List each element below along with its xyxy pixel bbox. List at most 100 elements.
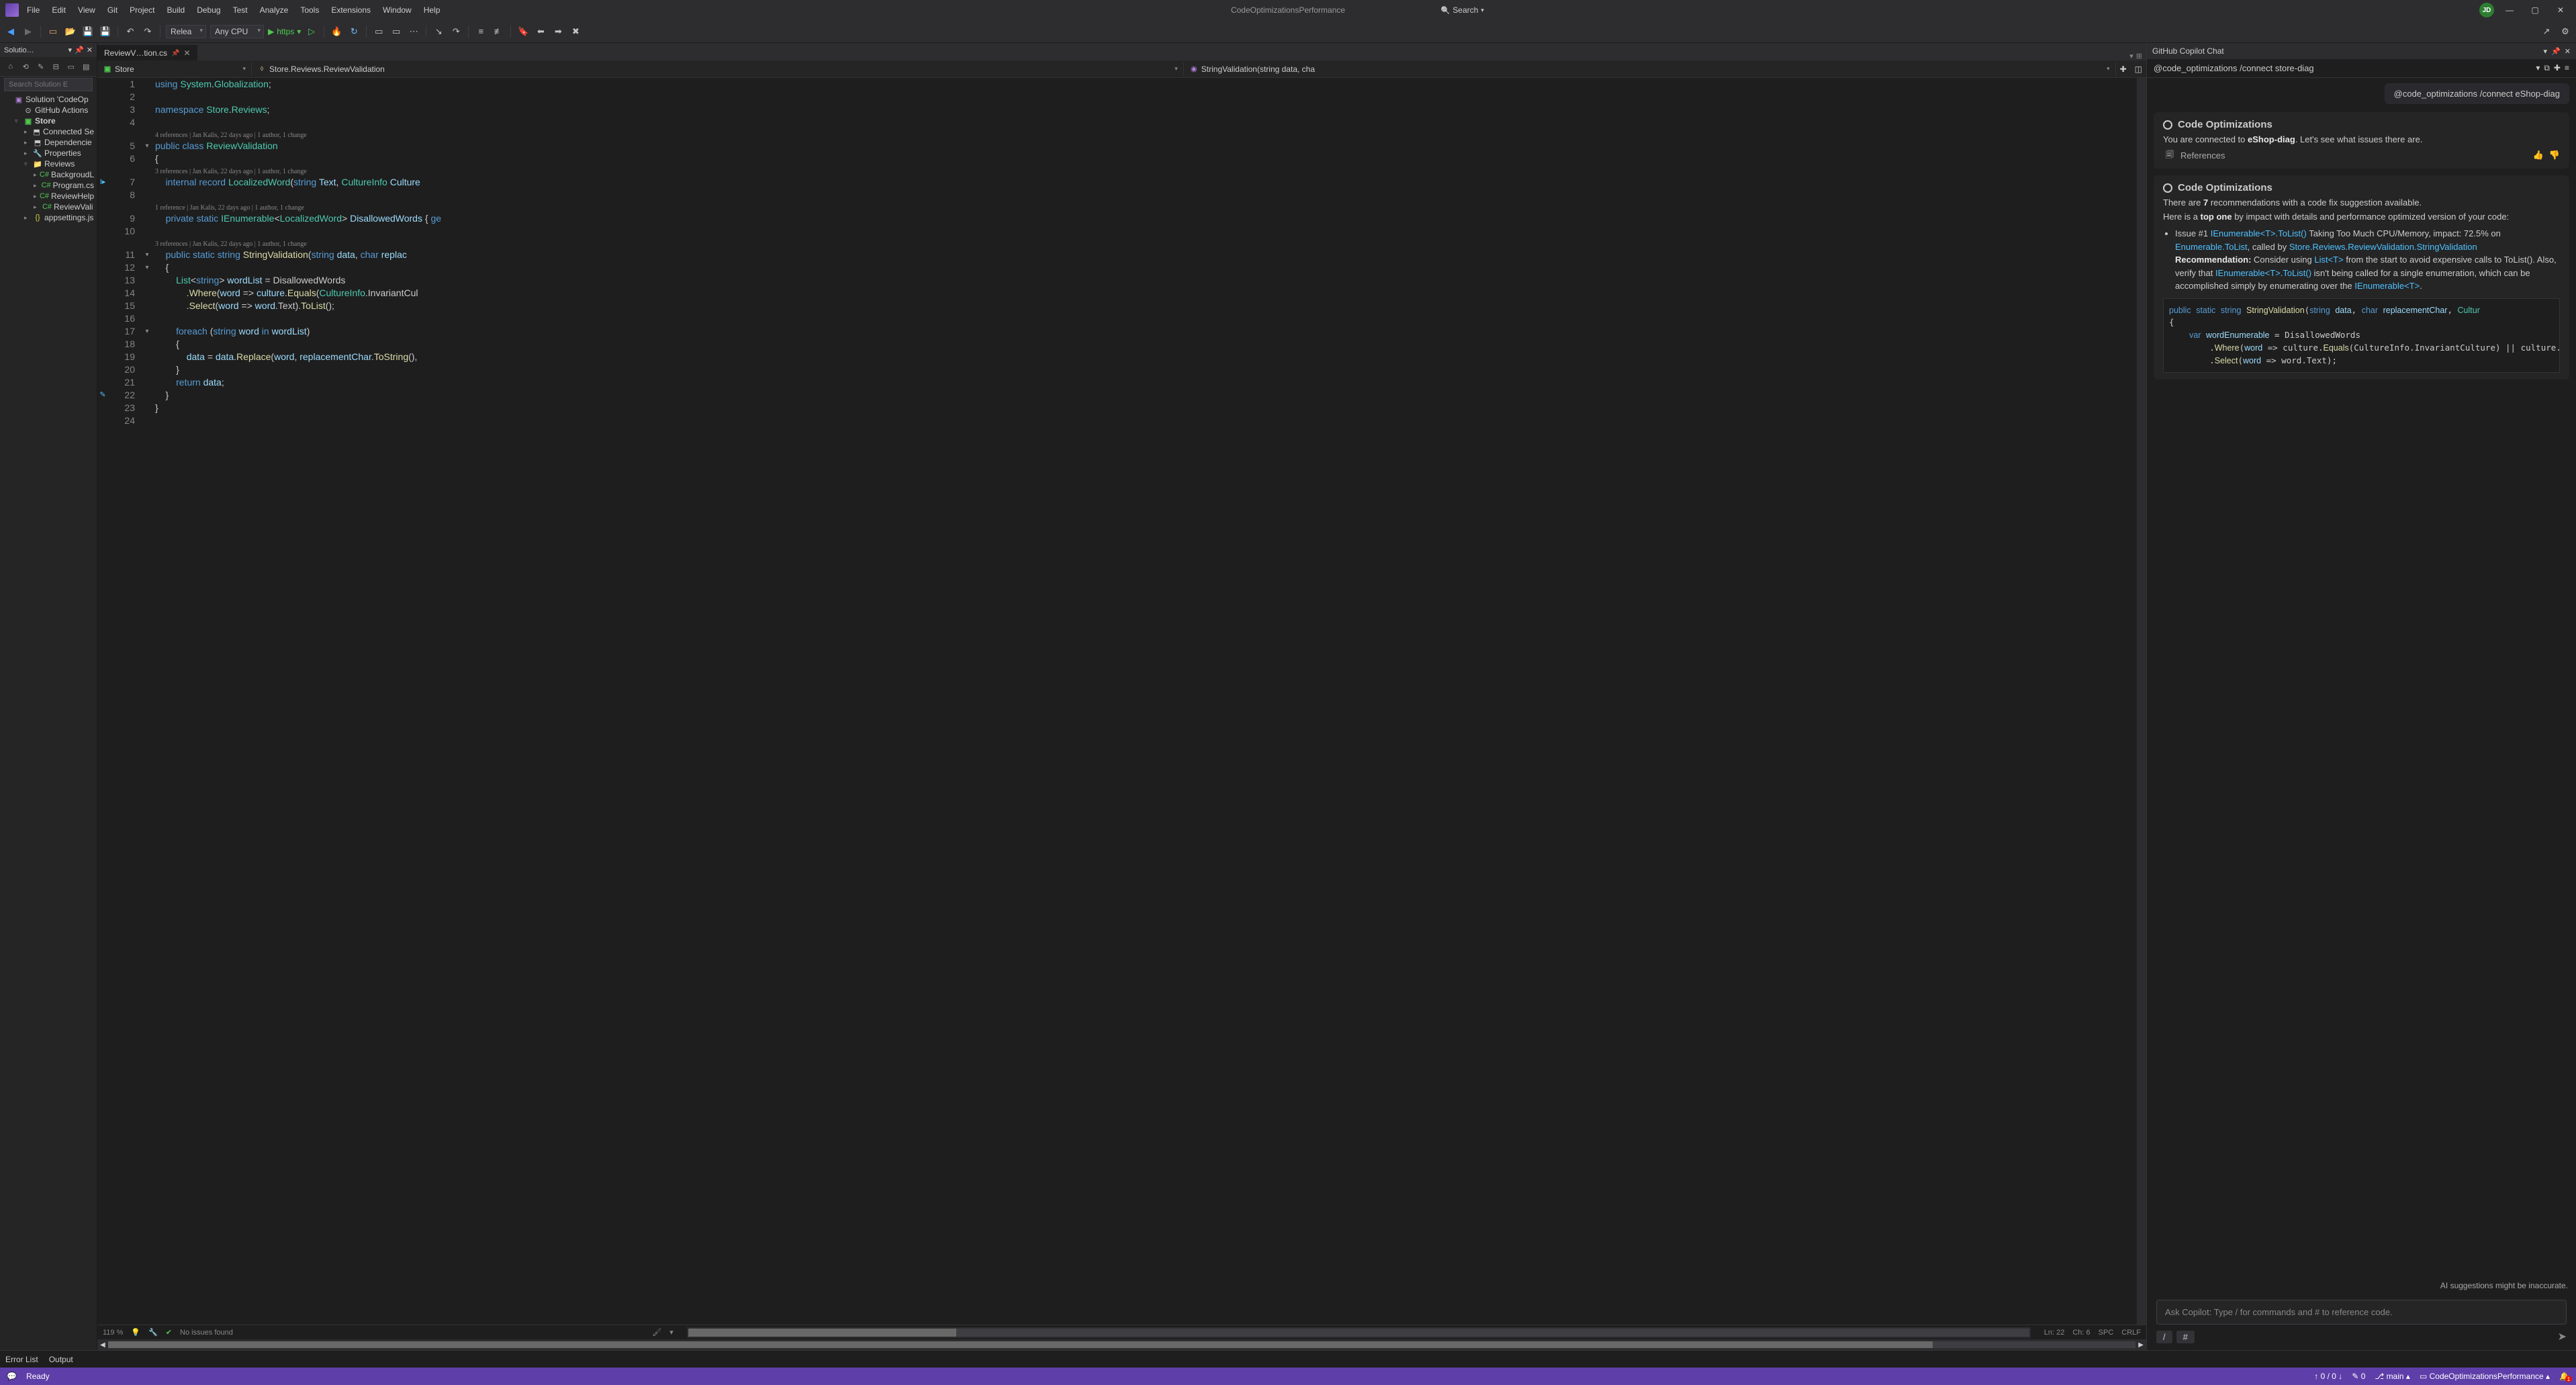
split-v-icon[interactable]: ◫ bbox=[2131, 64, 2146, 74]
tree-item[interactable]: ▸C#BackgroudL bbox=[0, 169, 97, 180]
menu-view[interactable]: View bbox=[73, 3, 101, 17]
tree-item[interactable]: ▸C#ReviewHelp bbox=[0, 191, 97, 202]
new-project-icon[interactable]: ▭ bbox=[46, 25, 60, 38]
vscroll[interactable] bbox=[2137, 78, 2146, 1325]
tree-item[interactable]: ▸C#Program.cs bbox=[0, 180, 97, 191]
menu-build[interactable]: Build bbox=[162, 3, 191, 17]
tb-icon-2[interactable]: ▭ bbox=[389, 25, 403, 38]
hot-reload-icon[interactable]: 🔥 bbox=[330, 25, 343, 38]
chevron-down-icon[interactable]: ▾ bbox=[2536, 63, 2540, 73]
tree-item[interactable]: ⊙GitHub Actions bbox=[0, 105, 97, 116]
bookmark-prev-icon[interactable]: ⬅ bbox=[534, 25, 547, 38]
tab-output[interactable]: Output bbox=[49, 1355, 73, 1364]
search-box[interactable]: Search ▾ bbox=[1436, 4, 1489, 16]
properties-icon[interactable]: ▤ bbox=[80, 60, 93, 73]
references-row[interactable]: 🗐 References 👍 👎 bbox=[2163, 148, 2560, 162]
menu-window[interactable]: Window bbox=[377, 3, 417, 17]
api-link[interactable]: IEnumerable<T>.ToList() bbox=[2211, 228, 2307, 238]
copilot-input[interactable]: Ask Copilot: Type / for commands and # t… bbox=[2156, 1300, 2567, 1325]
nav-project[interactable]: ▣Store bbox=[97, 62, 252, 76]
slash-command-chip[interactable]: / bbox=[2156, 1331, 2172, 1343]
send-icon[interactable]: ➤ bbox=[2558, 1330, 2567, 1343]
tab-error-list[interactable]: Error List bbox=[5, 1355, 38, 1364]
nav-method[interactable]: ◉StringValidation(string data, cha bbox=[1184, 62, 2116, 76]
comment-icon[interactable]: ≡ bbox=[474, 25, 488, 38]
step-over-icon[interactable]: ↷ bbox=[449, 25, 463, 38]
new-thread-icon[interactable]: ✚ bbox=[2554, 63, 2561, 73]
user-avatar[interactable]: JD bbox=[2479, 3, 2494, 17]
code-editor[interactable]: I▸✎ 123456789101112131415161718192021222… bbox=[97, 78, 2146, 1325]
zoom-level[interactable]: 119 % bbox=[103, 1329, 123, 1337]
bookmark-clear-icon[interactable]: ✖ bbox=[569, 25, 582, 38]
api-link[interactable]: List<T> bbox=[2314, 255, 2343, 265]
api-link[interactable]: Enumerable.ToList bbox=[2175, 242, 2248, 252]
rebuild-icon[interactable]: ↻ bbox=[347, 25, 361, 38]
tab-reviewvalidation[interactable]: ReviewV…tion.cs 📌 ✕ bbox=[97, 45, 197, 60]
tb-icon-1[interactable]: ▭ bbox=[372, 25, 385, 38]
tree-item[interactable]: ▸⬒Connected Se bbox=[0, 126, 97, 137]
editor-bottom-scroll[interactable]: ◀ ▶ bbox=[97, 1339, 2146, 1350]
tree-item[interactable]: ▸C#ReviewVali bbox=[0, 202, 97, 212]
api-link[interactable]: IEnumerable<T> bbox=[2354, 281, 2420, 291]
tree-item[interactable]: ▿▣Store bbox=[0, 116, 97, 126]
pin-icon[interactable]: 📌 bbox=[2551, 47, 2561, 56]
split-icon[interactable]: ✚ bbox=[2116, 64, 2131, 74]
menu-debug[interactable]: Debug bbox=[191, 3, 226, 17]
menu-help[interactable]: Help bbox=[418, 3, 446, 17]
platform-dropdown[interactable]: Any CPU bbox=[210, 25, 264, 38]
step-into-icon[interactable]: ↘ bbox=[432, 25, 445, 38]
branch-indicator[interactable]: ⎇ main ▴ bbox=[2375, 1372, 2410, 1381]
nav-class[interactable]: ⬨Store.Reviews.ReviewValidation bbox=[252, 62, 1184, 76]
chevron-down-icon[interactable]: ▾ bbox=[68, 46, 73, 54]
git-sync[interactable]: ↑ 0 / 0 ↓ bbox=[2314, 1372, 2342, 1381]
popout-icon[interactable]: ⧉ bbox=[2544, 63, 2550, 73]
close-window-button[interactable]: ✕ bbox=[2550, 3, 2571, 17]
menu-edit[interactable]: Edit bbox=[46, 3, 71, 17]
lightbulb-icon[interactable]: 💡 bbox=[131, 1328, 140, 1337]
menu-file[interactable]: File bbox=[21, 3, 45, 17]
close-icon[interactable]: ✕ bbox=[87, 46, 93, 54]
nav-fwd-icon[interactable]: ▶ bbox=[21, 25, 35, 38]
chevron-down-icon[interactable]: ▾ bbox=[2129, 52, 2133, 60]
chat-icon[interactable]: 💬 bbox=[7, 1372, 17, 1381]
show-all-icon[interactable]: ▭ bbox=[64, 60, 78, 73]
menu-project[interactable]: Project bbox=[124, 3, 160, 17]
nav-back-icon[interactable]: ◀ bbox=[4, 25, 17, 38]
hash-reference-chip[interactable]: # bbox=[2176, 1331, 2195, 1343]
share-icon[interactable]: ↗ bbox=[2540, 25, 2553, 38]
save-all-icon[interactable]: 💾 bbox=[99, 25, 112, 38]
repo-name[interactable]: ▭ CodeOptimizationsPerformance ▴ bbox=[2420, 1372, 2550, 1381]
brush-icon[interactable]: 🖌 bbox=[652, 1328, 661, 1337]
menu-git[interactable]: Git bbox=[102, 3, 123, 17]
pencil-icon[interactable]: ✎ 0 bbox=[2352, 1372, 2365, 1381]
feedback-icon[interactable]: ⚙ bbox=[2559, 25, 2572, 38]
api-link[interactable]: IEnumerable<T>.ToList() bbox=[2215, 268, 2311, 278]
close-icon[interactable]: ✕ bbox=[183, 48, 190, 58]
open-icon[interactable]: 📂 bbox=[64, 25, 77, 38]
pin-icon[interactable]: 📌 bbox=[171, 50, 179, 57]
tree-item[interactable]: ▸{}appsettings.js bbox=[0, 212, 97, 223]
save-icon[interactable]: 💾 bbox=[81, 25, 95, 38]
collapse-icon[interactable]: ⊟ bbox=[50, 60, 63, 73]
notifications-icon[interactable]: 🔔1 bbox=[2559, 1372, 2569, 1381]
undo-icon[interactable]: ↶ bbox=[124, 25, 137, 38]
redo-icon[interactable]: ↷ bbox=[141, 25, 154, 38]
maximize-button[interactable]: ▢ bbox=[2525, 3, 2545, 17]
menu-test[interactable]: Test bbox=[228, 3, 253, 17]
chevron-down-icon[interactable]: ▾ bbox=[2544, 47, 2548, 56]
start-debug-button[interactable]: ▶ https ▾ bbox=[268, 27, 301, 36]
thumbs-down-icon[interactable]: 👎 bbox=[2549, 150, 2560, 161]
tree-item[interactable]: ▸🔧Properties bbox=[0, 148, 97, 159]
uncomment-icon[interactable]: ≢ bbox=[492, 25, 505, 38]
config-dropdown[interactable]: Relea bbox=[166, 25, 206, 38]
brush-icon[interactable]: ✎ bbox=[34, 60, 48, 73]
solution-search-input[interactable] bbox=[4, 78, 93, 91]
tree-item[interactable]: ▸⬒Dependencie bbox=[0, 137, 97, 148]
thumbs-up-icon[interactable]: 👍 bbox=[2533, 150, 2544, 161]
bookmark-next-icon[interactable]: ➡ bbox=[551, 25, 565, 38]
minimize-button[interactable]: — bbox=[2499, 3, 2520, 17]
home-icon[interactable]: ⌂ bbox=[4, 60, 17, 73]
list-icon[interactable]: ≡ bbox=[2565, 63, 2569, 73]
start-nodbg-icon[interactable]: ▷ bbox=[305, 25, 318, 38]
menu-extensions[interactable]: Extensions bbox=[326, 3, 376, 17]
